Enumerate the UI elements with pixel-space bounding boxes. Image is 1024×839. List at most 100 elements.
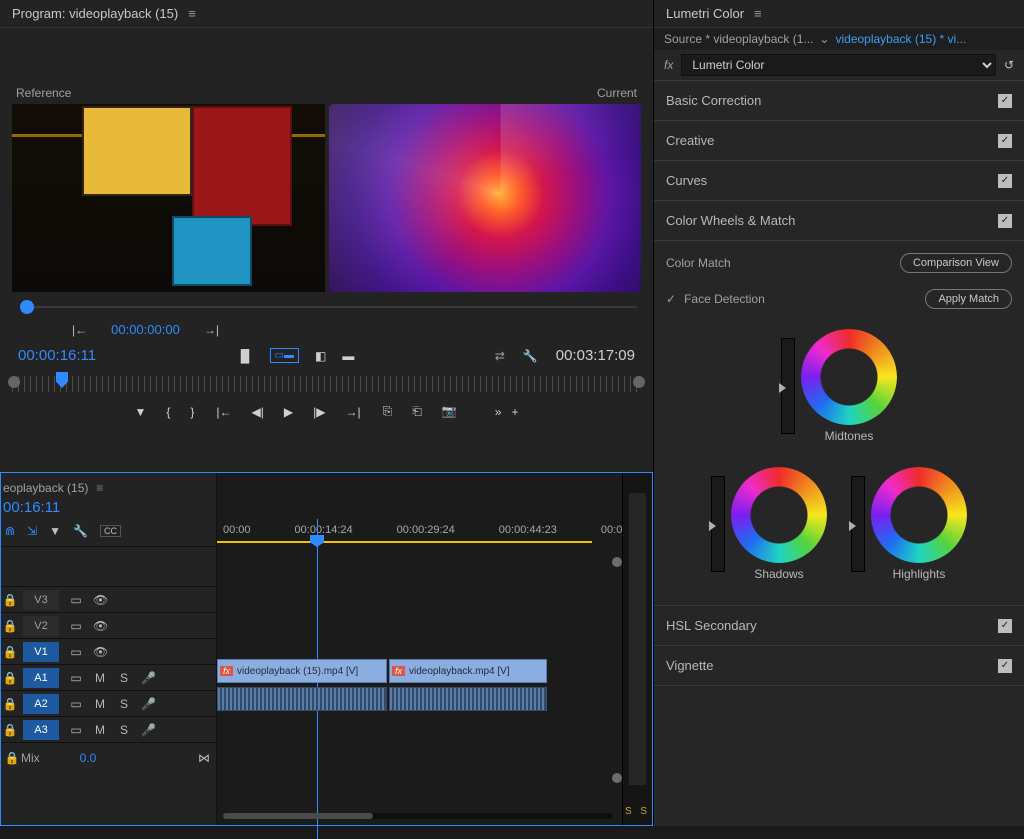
- go-out-icon[interactable]: →|: [346, 405, 361, 419]
- track-a1[interactable]: A1: [23, 668, 59, 688]
- track-v2[interactable]: V2: [23, 616, 59, 636]
- mute-icon[interactable]: M: [93, 723, 107, 737]
- lock-icon[interactable]: 🔒: [1, 593, 19, 607]
- track-a3[interactable]: A3: [23, 720, 59, 740]
- lift-icon[interactable]: ⎘: [383, 404, 393, 419]
- solo-indicator[interactable]: S S: [623, 806, 652, 817]
- video-clip[interactable]: fxvideoplayback.mp4 [V]: [389, 659, 547, 683]
- section-vignette[interactable]: Vignette✓: [654, 646, 1024, 686]
- effect-select[interactable]: Lumetri Color: [681, 54, 996, 76]
- lock-icon[interactable]: 🔒: [1, 723, 19, 737]
- timeline-timecode[interactable]: 00:16:11: [1, 497, 216, 520]
- go-to-in-icon[interactable]: |←: [72, 323, 87, 337]
- section-hsl[interactable]: HSL Secondary✓: [654, 606, 1024, 646]
- checkbox-icon[interactable]: ✓: [998, 659, 1012, 673]
- apply-match-button[interactable]: Apply Match: [925, 289, 1012, 309]
- shadows-luma-slider[interactable]: [711, 476, 725, 572]
- reference-preview[interactable]: [12, 104, 325, 292]
- toggle-output-icon[interactable]: ▭: [69, 593, 83, 607]
- section-wheels[interactable]: Color Wheels & Match✓: [654, 201, 1024, 241]
- checkbox-icon[interactable]: ✓: [998, 174, 1012, 188]
- step-fwd-icon[interactable]: |▶: [313, 405, 325, 419]
- more-icon[interactable]: »: [495, 405, 502, 419]
- panel-menu-icon[interactable]: ≡: [188, 6, 196, 21]
- checkbox-icon[interactable]: ✓: [998, 619, 1012, 633]
- section-basic[interactable]: Basic Correction✓: [654, 81, 1024, 121]
- checkbox-icon[interactable]: ✓: [998, 94, 1012, 108]
- step-back-icon[interactable]: ◀|: [252, 405, 264, 419]
- toggle-output-icon[interactable]: ▭: [69, 645, 83, 659]
- track-a2[interactable]: A2: [23, 694, 59, 714]
- out-bracket-icon[interactable]: }: [190, 405, 194, 419]
- lock-icon[interactable]: 🔒: [1, 645, 19, 659]
- section-curves[interactable]: Curves✓: [654, 161, 1024, 201]
- active-breadcrumb[interactable]: videoplayback (15) * vi...: [835, 32, 966, 46]
- mix-value[interactable]: 0.0: [80, 751, 97, 765]
- lock-icon[interactable]: 🔒: [1, 619, 19, 633]
- checkbox-icon[interactable]: ✓: [998, 214, 1012, 228]
- comparison-view-button[interactable]: Comparison View: [900, 253, 1012, 273]
- go-in-icon[interactable]: |←: [216, 405, 231, 419]
- snap-icon[interactable]: ⋒: [5, 524, 15, 538]
- highlights-wheel[interactable]: [871, 467, 967, 563]
- lock-icon[interactable]: 🔒: [1, 671, 19, 685]
- audio-clip[interactable]: [389, 687, 547, 711]
- fx-badge[interactable]: fx: [664, 58, 673, 72]
- add-button-icon[interactable]: +: [511, 405, 518, 419]
- linked-sel-icon[interactable]: ⇲: [27, 524, 37, 538]
- eye-icon[interactable]: 👁: [93, 645, 108, 659]
- checkbox-icon[interactable]: ✓: [998, 134, 1012, 148]
- scrub-timecode[interactable]: 00:00:00:00: [111, 322, 180, 337]
- solo-icon[interactable]: S: [117, 723, 131, 737]
- panel-menu-icon[interactable]: ≡: [754, 6, 762, 21]
- toggle-output-icon[interactable]: ▭: [69, 723, 83, 737]
- go-to-out-icon[interactable]: →|: [204, 323, 219, 337]
- comparison-icon[interactable]: ▐▌: [237, 349, 254, 363]
- in-timecode[interactable]: 00:00:16:11: [18, 347, 96, 364]
- in-bracket-icon[interactable]: {: [166, 405, 170, 419]
- shot-side-icon[interactable]: ▭▬: [270, 348, 299, 363]
- marker-icon[interactable]: ▼: [135, 405, 147, 419]
- timeline-tracks-area[interactable]: 00:00 00:00:14:24 00:00:29:24 00:00:44:2…: [217, 473, 652, 825]
- midtones-wheel[interactable]: [801, 329, 897, 425]
- wrench-icon[interactable]: 🔧: [523, 349, 538, 363]
- toggle-output-icon[interactable]: ▭: [69, 697, 83, 711]
- program-ruler[interactable]: [12, 376, 641, 392]
- solo-icon[interactable]: S: [117, 697, 131, 711]
- lock-icon[interactable]: 🔒: [3, 751, 21, 765]
- video-clip[interactable]: fxvideoplayback (15).mp4 [V]: [217, 659, 387, 683]
- voice-icon[interactable]: 🎤: [141, 697, 156, 711]
- time-ruler[interactable]: 00:00 00:00:14:24 00:00:29:24 00:00:44:2…: [217, 519, 622, 541]
- highlights-luma-slider[interactable]: [851, 476, 865, 572]
- solo-icon[interactable]: S: [117, 671, 131, 685]
- panel-menu-icon[interactable]: ≡: [96, 481, 103, 495]
- scrub-bar[interactable]: [12, 300, 641, 314]
- section-creative[interactable]: Creative✓: [654, 121, 1024, 161]
- current-preview[interactable]: [329, 104, 642, 292]
- checkbox-icon[interactable]: ✓: [666, 292, 676, 306]
- shadows-wheel[interactable]: [731, 467, 827, 563]
- eye-icon[interactable]: 👁: [93, 619, 108, 633]
- lock-icon[interactable]: 🔒: [1, 697, 19, 711]
- settings-wrench-icon[interactable]: 🔧: [73, 524, 88, 538]
- toggle-output-icon[interactable]: ▭: [69, 619, 83, 633]
- toggle-output-icon[interactable]: ▭: [69, 671, 83, 685]
- track-v1[interactable]: V1: [23, 642, 59, 662]
- loop-icon[interactable]: ⇄: [495, 349, 505, 363]
- audio-clip[interactable]: [217, 687, 387, 711]
- midtones-luma-slider[interactable]: [781, 338, 795, 434]
- eye-icon[interactable]: 👁: [93, 593, 108, 607]
- zoom-slider[interactable]: [223, 813, 612, 819]
- captions-icon[interactable]: CC: [100, 525, 121, 537]
- marker-tool-icon[interactable]: ▼: [49, 524, 61, 538]
- link-icon[interactable]: ⋈: [198, 751, 210, 765]
- chevron-down-icon[interactable]: ⌄: [819, 32, 829, 46]
- mute-icon[interactable]: M: [93, 697, 107, 711]
- reset-icon[interactable]: ↺: [1004, 58, 1014, 72]
- voice-icon[interactable]: 🎤: [141, 671, 156, 685]
- split-icon[interactable]: ◧: [315, 349, 326, 363]
- track-v3[interactable]: V3: [23, 590, 59, 610]
- export-frame-icon[interactable]: 📷: [442, 404, 457, 419]
- extract-icon[interactable]: ⎗: [412, 404, 422, 419]
- voice-icon[interactable]: 🎤: [141, 723, 156, 737]
